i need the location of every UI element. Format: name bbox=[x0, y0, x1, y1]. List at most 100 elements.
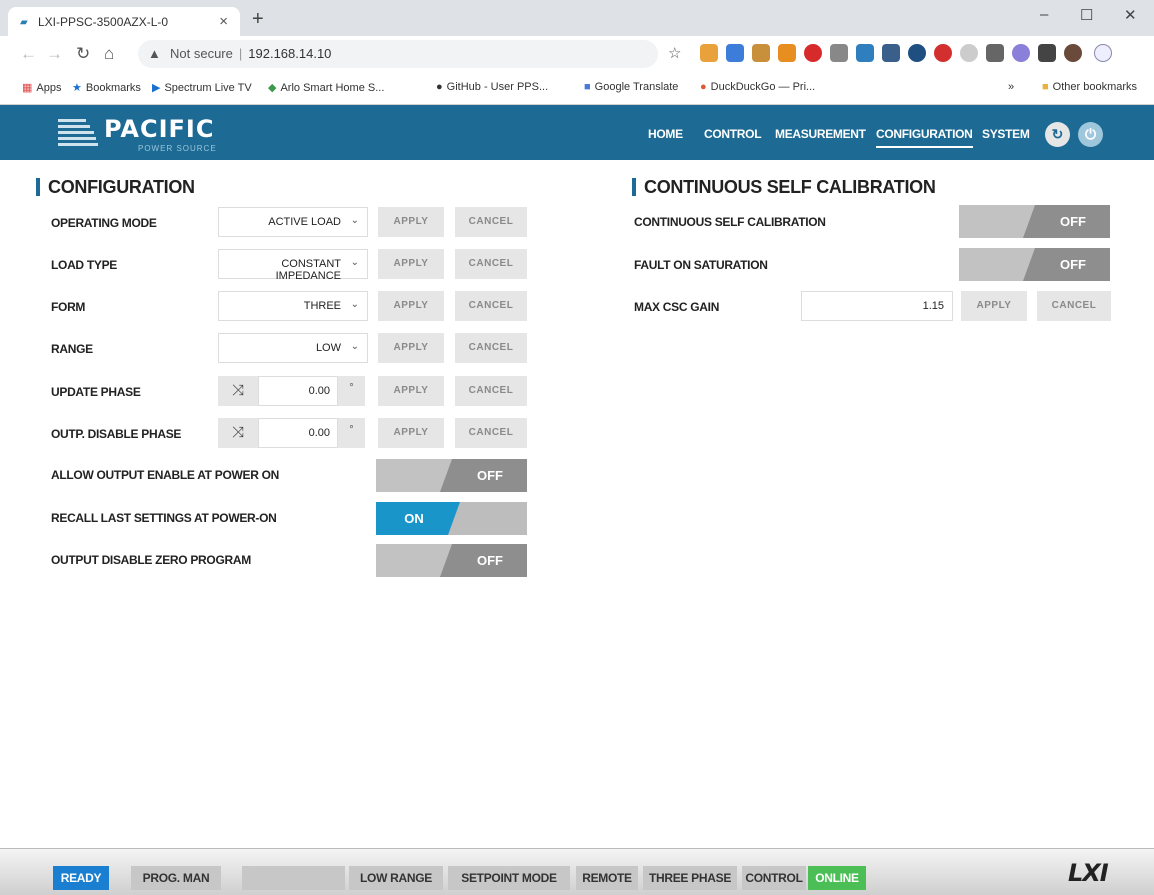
brand-subtitle: POWER SOURCE bbox=[138, 144, 217, 153]
form-label: FORM bbox=[51, 300, 86, 314]
minimize-icon[interactable]: – bbox=[1040, 6, 1048, 23]
forward-icon[interactable]: → bbox=[46, 44, 63, 64]
load-type-apply-button[interactable]: APPLY bbox=[378, 249, 444, 279]
outp-disable-phase-cancel-button[interactable]: CANCEL bbox=[455, 418, 527, 448]
new-tab-icon[interactable]: + bbox=[252, 8, 264, 31]
logo-mark-icon bbox=[58, 119, 98, 149]
nav-control[interactable]: CONTROL bbox=[704, 127, 762, 141]
csc-label: CONTINUOUS SELF CALIBRATION bbox=[634, 215, 826, 229]
other-bookmarks[interactable]: ■ Other bookmarks bbox=[1042, 81, 1137, 93]
extension-icon[interactable] bbox=[960, 44, 978, 62]
status-low-range: LOW RANGE bbox=[349, 866, 443, 890]
avatar[interactable] bbox=[1064, 44, 1082, 62]
outp-disable-phase-apply-button[interactable]: APPLY bbox=[378, 418, 444, 448]
max-csc-gain-input[interactable]: 1.15 bbox=[801, 291, 953, 321]
fault-on-saturation-toggle[interactable]: OFF bbox=[959, 248, 1110, 281]
omnibox[interactable]: ▲ Not secure | 192.168.14.10 bbox=[138, 40, 658, 68]
chevron-down-icon: ⌄ bbox=[350, 215, 359, 226]
range-label: RANGE bbox=[51, 342, 93, 356]
maximize-icon[interactable]: ☐ bbox=[1080, 6, 1093, 24]
browser-tab[interactable]: ▰ LXI-PPSC-3500AZX-L-0 × bbox=[8, 7, 240, 36]
pacific-logo: PACIFIC POWER SOURCE bbox=[58, 113, 238, 155]
extension-icon[interactable] bbox=[700, 44, 718, 62]
bookmark-bookmarks[interactable]: ★ Bookmarks bbox=[72, 81, 141, 94]
status-bar: READY PROG. MAN LOW RANGE SETPOINT MODE … bbox=[0, 848, 1154, 895]
shuffle-icon[interactable]: ⤨ bbox=[218, 418, 258, 448]
output-disable-zero-label: OUTPUT DISABLE ZERO PROGRAM bbox=[51, 553, 251, 567]
degree-unit: ° bbox=[338, 418, 365, 448]
bookmark-spectrum[interactable]: ▶ Spectrum Live TV bbox=[152, 81, 252, 94]
recall-last-toggle[interactable]: ON bbox=[376, 502, 527, 535]
download-icon[interactable] bbox=[986, 44, 1004, 62]
close-tab-icon[interactable]: × bbox=[219, 13, 228, 30]
update-phase-input[interactable]: 0.00 bbox=[258, 376, 338, 406]
load-type-select[interactable]: CONSTANT IMPEDANCE ⌄ bbox=[218, 249, 368, 282]
allow-output-toggle[interactable]: OFF bbox=[376, 459, 527, 492]
download-ext-icon[interactable] bbox=[778, 44, 796, 62]
url-text: 192.168.14.10 bbox=[248, 46, 332, 61]
update-phase-apply-button[interactable]: APPLY bbox=[378, 376, 444, 406]
bookmark-apps[interactable]: ▦ Apps bbox=[22, 81, 61, 94]
form-apply-button[interactable]: APPLY bbox=[378, 291, 444, 321]
menu-icon[interactable] bbox=[1094, 44, 1112, 62]
update-phase-label: UPDATE PHASE bbox=[51, 385, 141, 399]
opera-icon[interactable] bbox=[804, 44, 822, 62]
status-online: ONLINE bbox=[808, 866, 866, 890]
bookmark-github[interactable]: ● GitHub - User PPS... bbox=[436, 81, 548, 93]
home-icon[interactable]: ⌂ bbox=[104, 44, 114, 64]
status-control: CONTROL bbox=[742, 866, 806, 890]
operating-mode-cancel-button[interactable]: CANCEL bbox=[455, 207, 527, 237]
status-prog-man: PROG. MAN bbox=[131, 866, 221, 890]
form-cancel-button[interactable]: CANCEL bbox=[455, 291, 527, 321]
status-setpoint-mode: SETPOINT MODE bbox=[448, 866, 570, 890]
nav-system[interactable]: SYSTEM bbox=[982, 127, 1030, 141]
extension-icon[interactable] bbox=[1012, 44, 1030, 62]
extension-icon[interactable] bbox=[830, 44, 848, 62]
max-csc-gain-label: MAX CSC GAIN bbox=[634, 300, 720, 314]
allow-output-label: ALLOW OUTPUT ENABLE AT POWER ON bbox=[51, 468, 280, 482]
nav-home[interactable]: HOME bbox=[648, 127, 683, 141]
back-icon[interactable]: ← bbox=[20, 44, 37, 64]
extension-icon[interactable] bbox=[908, 44, 926, 62]
extension-icon[interactable] bbox=[856, 44, 874, 62]
bookmark-arlo[interactable]: ◆ Arlo Smart Home S... bbox=[268, 81, 384, 94]
favicon-icon: ▰ bbox=[20, 17, 28, 28]
max-csc-gain-apply-button[interactable]: APPLY bbox=[961, 291, 1027, 321]
bookmarks-overflow-icon[interactable]: » bbox=[1008, 81, 1014, 93]
chevron-down-icon: ⌄ bbox=[350, 341, 359, 352]
puzzle-icon[interactable] bbox=[1038, 44, 1056, 62]
bookmark-translate[interactable]: ■ Google Translate bbox=[584, 81, 678, 93]
shuffle-icon[interactable]: ⤨ bbox=[218, 376, 258, 406]
operating-mode-apply-button[interactable]: APPLY bbox=[378, 207, 444, 237]
range-apply-button[interactable]: APPLY bbox=[378, 333, 444, 363]
refresh-icon[interactable]: ↻ bbox=[1045, 122, 1070, 147]
extension-icon[interactable] bbox=[882, 44, 900, 62]
adblock-icon[interactable] bbox=[934, 44, 952, 62]
reload-icon[interactable]: ↻ bbox=[76, 44, 90, 64]
operating-mode-select[interactable]: ACTIVE LOAD ⌄ bbox=[218, 207, 368, 237]
extension-icon[interactable] bbox=[752, 44, 770, 62]
nav-measurement[interactable]: MEASUREMENT bbox=[775, 127, 866, 141]
outp-disable-phase-input[interactable]: 0.00 bbox=[258, 418, 338, 448]
update-phase-cancel-button[interactable]: CANCEL bbox=[455, 376, 527, 406]
star-icon[interactable]: ☆ bbox=[668, 44, 681, 62]
window-close-icon[interactable]: ✕ bbox=[1124, 6, 1137, 24]
power-icon[interactable]: ⏻ bbox=[1078, 122, 1103, 147]
extension-icon[interactable] bbox=[726, 44, 744, 62]
max-csc-gain-cancel-button[interactable]: CANCEL bbox=[1037, 291, 1111, 321]
warning-icon: ▲ bbox=[148, 46, 161, 61]
update-phase-input-group: ⤨ 0.00 ° bbox=[218, 376, 365, 406]
nav-configuration[interactable]: CONFIGURATION bbox=[876, 127, 973, 148]
output-disable-zero-toggle[interactable]: OFF bbox=[376, 544, 527, 577]
status-three-phase: THREE PHASE bbox=[643, 866, 737, 890]
form-select[interactable]: THREE ⌄ bbox=[218, 291, 368, 321]
tab-title: LXI-PPSC-3500AZX-L-0 bbox=[38, 15, 169, 29]
browser-chrome: ▰ LXI-PPSC-3500AZX-L-0 × + – ☐ ✕ ← → ↻ ⌂… bbox=[0, 0, 1154, 105]
lxi-logo: LXI bbox=[1068, 859, 1109, 887]
load-type-cancel-button[interactable]: CANCEL bbox=[455, 249, 527, 279]
range-select[interactable]: LOW ⌄ bbox=[218, 333, 368, 363]
range-cancel-button[interactable]: CANCEL bbox=[455, 333, 527, 363]
load-type-label: LOAD TYPE bbox=[51, 258, 117, 272]
bookmark-duckduckgo[interactable]: ● DuckDuckGo — Pri... bbox=[700, 81, 815, 93]
csc-toggle[interactable]: OFF bbox=[959, 205, 1110, 238]
